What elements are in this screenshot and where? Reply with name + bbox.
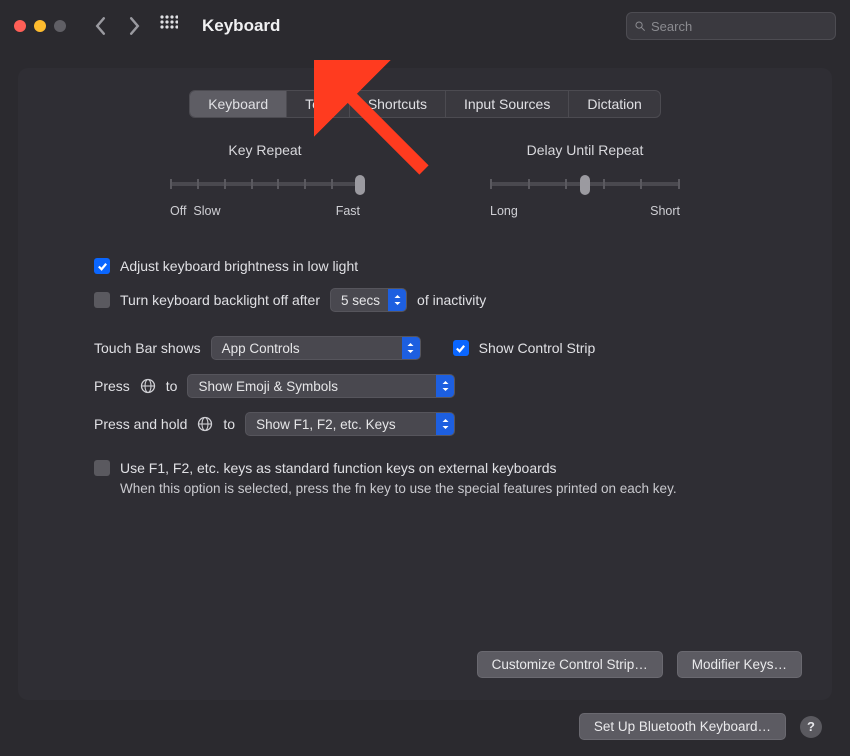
- back-button[interactable]: [88, 11, 112, 41]
- window-controls: [14, 20, 66, 32]
- fn-keys-hint: When this option is selected, press the …: [120, 480, 800, 499]
- press-globe-label-pre: Press: [94, 378, 130, 394]
- press-globe-value: Show Emoji & Symbols: [198, 379, 338, 394]
- adjust-brightness-label: Adjust keyboard brightness in low light: [120, 258, 358, 274]
- select-arrows-icon: [388, 289, 406, 311]
- forward-button[interactable]: [122, 11, 146, 41]
- touch-bar-value: App Controls: [222, 341, 300, 356]
- delay-repeat-group: Delay Until Repeat Long Short: [490, 142, 680, 218]
- search-field[interactable]: [626, 12, 836, 40]
- hold-globe-label-post: to: [223, 416, 235, 432]
- tab-keyboard[interactable]: Keyboard: [190, 91, 287, 117]
- control-strip-label: Show Control Strip: [479, 340, 596, 356]
- slider-fast-label: Fast: [336, 204, 360, 218]
- zoom-window-button[interactable]: [54, 20, 66, 32]
- titlebar: Keyboard: [0, 0, 850, 52]
- help-button[interactable]: ?: [800, 716, 822, 738]
- key-repeat-group: Key Repeat Off Slow Fast: [170, 142, 360, 218]
- customize-control-strip-button[interactable]: Customize Control Strip…: [477, 651, 663, 678]
- minimize-window-button[interactable]: [34, 20, 46, 32]
- hold-globe-select[interactable]: Show F1, F2, etc. Keys: [245, 412, 455, 436]
- tab-input-sources[interactable]: Input Sources: [446, 91, 569, 117]
- fn-keys-label: Use F1, F2, etc. keys as standard functi…: [120, 460, 557, 476]
- backlight-duration-value: 5 secs: [341, 293, 380, 308]
- show-all-icon[interactable]: [160, 15, 178, 38]
- key-repeat-slider[interactable]: [170, 172, 360, 196]
- adjust-brightness-checkbox[interactable]: [94, 258, 110, 274]
- globe-icon: [197, 416, 213, 432]
- press-globe-select[interactable]: Show Emoji & Symbols: [187, 374, 455, 398]
- slider-long-label: Long: [490, 204, 518, 218]
- backlight-duration-select[interactable]: 5 secs: [330, 288, 407, 312]
- select-arrows-icon: [402, 337, 420, 359]
- touch-bar-select[interactable]: App Controls: [211, 336, 421, 360]
- touch-bar-label: Touch Bar shows: [94, 340, 201, 356]
- search-icon: [635, 19, 645, 33]
- select-arrows-icon: [436, 413, 454, 435]
- tab-text[interactable]: Text: [287, 91, 350, 117]
- key-repeat-label: Key Repeat: [170, 142, 360, 158]
- backlight-off-checkbox[interactable]: [94, 292, 110, 308]
- backlight-off-label-post: of inactivity: [417, 292, 486, 308]
- hold-globe-value: Show F1, F2, etc. Keys: [256, 417, 396, 432]
- hold-globe-label-pre: Press and hold: [94, 416, 187, 432]
- press-globe-label-post: to: [166, 378, 178, 394]
- close-window-button[interactable]: [14, 20, 26, 32]
- tab-bar: Keyboard Text Shortcuts Input Sources Di…: [48, 90, 802, 118]
- backlight-off-label-pre: Turn keyboard backlight off after: [120, 292, 320, 308]
- delay-repeat-label: Delay Until Repeat: [490, 142, 680, 158]
- tab-dictation[interactable]: Dictation: [569, 91, 659, 117]
- modifier-keys-button[interactable]: Modifier Keys…: [677, 651, 802, 678]
- slider-short-label: Short: [650, 204, 680, 218]
- select-arrows-icon: [436, 375, 454, 397]
- globe-icon: [140, 378, 156, 394]
- search-input[interactable]: [651, 19, 827, 34]
- delay-repeat-slider[interactable]: [490, 172, 680, 196]
- slider-off-label: Off: [170, 204, 186, 218]
- tab-shortcuts[interactable]: Shortcuts: [350, 91, 446, 117]
- control-strip-checkbox[interactable]: [453, 340, 469, 356]
- bluetooth-keyboard-button[interactable]: Set Up Bluetooth Keyboard…: [579, 713, 786, 740]
- window-title: Keyboard: [202, 16, 280, 36]
- fn-keys-checkbox[interactable]: [94, 460, 110, 476]
- slider-slow-label: Slow: [193, 204, 220, 218]
- preferences-panel: Keyboard Text Shortcuts Input Sources Di…: [18, 68, 832, 700]
